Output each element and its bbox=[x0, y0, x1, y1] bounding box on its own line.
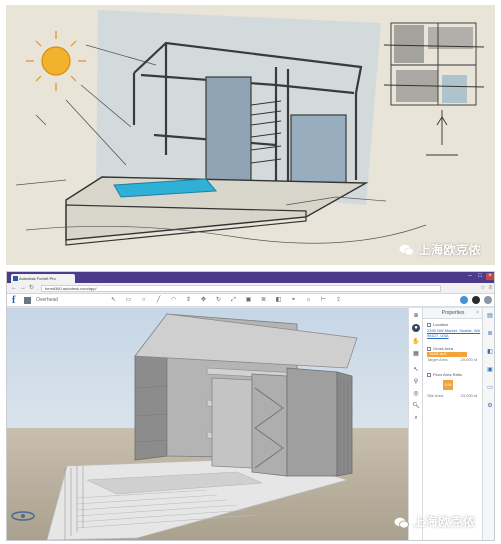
location-section: Location 2330 NW Market, Seattle, WA 981… bbox=[427, 322, 480, 338]
groups-icon[interactable]: ▣ bbox=[486, 366, 494, 374]
select-icon[interactable]: ↖ bbox=[412, 366, 420, 374]
github-icon[interactable] bbox=[472, 296, 480, 304]
architectural-sketch: 上海欧克侬 bbox=[6, 5, 495, 265]
panel-tabs: ▤ ≣ ◧ ▣ ▭ ⚙ bbox=[482, 308, 494, 540]
move-icon[interactable]: ✥ bbox=[199, 296, 208, 305]
page: 上海欧克侬 Autodesk FormIt Pro – □ × ← → ↻ fo… bbox=[0, 0, 501, 544]
url-input[interactable]: formit360.autodesk.com/app/ bbox=[41, 285, 441, 292]
location-icon bbox=[427, 323, 431, 327]
arc-icon[interactable]: ◠ bbox=[169, 296, 178, 305]
account-icons bbox=[460, 296, 492, 304]
far-label: Floor Area Ratio bbox=[433, 372, 462, 377]
properties-icon[interactable]: ▤ bbox=[486, 312, 494, 320]
zoom-icon[interactable]: 🔍︎ bbox=[412, 402, 420, 410]
site-area-row: Site Area 33,000 sf bbox=[427, 393, 477, 398]
back-button[interactable]: ← bbox=[11, 285, 17, 292]
gross-area-section: Gross Area 18432 sq ft Target Area 20,00… bbox=[427, 346, 477, 362]
rectangle-icon[interactable]: ▭ bbox=[124, 296, 133, 305]
wechat-icon bbox=[394, 516, 409, 528]
minimize-icon[interactable]: – bbox=[466, 273, 474, 280]
circle-icon[interactable]: ○ bbox=[139, 296, 148, 305]
address-bar-icons: ☆ ≡ bbox=[480, 285, 492, 292]
sun-sketch bbox=[26, 31, 86, 91]
favicon-icon bbox=[13, 276, 18, 281]
materials-icon[interactable]: ◧ bbox=[486, 348, 494, 356]
settings-icon[interactable]: ⚙ bbox=[486, 402, 494, 410]
look-icon[interactable]: ◎ bbox=[412, 390, 420, 398]
reload-button[interactable]: ↻ bbox=[29, 285, 34, 292]
menu-icon[interactable]: ≡ bbox=[488, 285, 492, 292]
target-area-label: Target Area bbox=[427, 357, 448, 362]
scenes-icon[interactable]: ▭ bbox=[486, 384, 494, 392]
site-area-value[interactable]: 33,000 sf bbox=[461, 393, 477, 398]
view-title: Overhead bbox=[36, 297, 58, 303]
building-render bbox=[7, 308, 408, 540]
walk-icon[interactable]: ⚲ bbox=[412, 378, 420, 386]
star-icon[interactable]: ☆ bbox=[480, 285, 485, 292]
browser-tab[interactable]: Autodesk FormIt Pro bbox=[11, 274, 75, 283]
measure-icon[interactable]: ⊢ bbox=[319, 296, 328, 305]
home-view-icon[interactable]: ● bbox=[412, 324, 420, 332]
site-area-label: Site Area bbox=[427, 393, 444, 398]
fit-icon[interactable]: ▦ bbox=[412, 350, 420, 358]
push-pull-icon[interactable]: ⇕ bbox=[184, 296, 193, 305]
watermark-top: 上海欧克侬 bbox=[399, 241, 481, 258]
address-bar: ← → ↻ formit360.autodesk.com/app/ ☆ ≡ bbox=[7, 283, 494, 294]
browser-tab-bar: Autodesk FormIt Pro – □ × bbox=[7, 272, 494, 283]
far-icon bbox=[427, 373, 431, 377]
tab-title: Autodesk FormIt Pro bbox=[19, 276, 56, 281]
wechat-icon bbox=[399, 244, 415, 256]
view-tools: ⊕ ● ✋ ▦ ↖ ⚲ ◎ 🔍︎ ⌕ bbox=[408, 308, 422, 540]
far-value: 0.66 bbox=[443, 380, 453, 390]
line-icon[interactable]: ╱ bbox=[154, 296, 163, 305]
layers-icon[interactable]: ≣ bbox=[486, 330, 494, 338]
location-icon[interactable]: ⌖ bbox=[289, 296, 298, 305]
app-toolbar: f Overhead ↖ ▭ ○ ╱ ◠ ⇕ ✥ ↻ ⤢ ▣ ≣ ◧ ⌖ ☼ ⊢… bbox=[7, 294, 494, 307]
layers-icon[interactable]: ≣ bbox=[259, 296, 268, 305]
app-menu-button[interactable] bbox=[24, 297, 31, 304]
plan-sketch bbox=[383, 22, 485, 156]
target-area-value[interactable]: 20,000 sf bbox=[461, 357, 477, 362]
sun-icon[interactable]: ☼ bbox=[304, 296, 313, 305]
location-link-line2[interactable]: 98107, USA bbox=[427, 333, 480, 338]
close-icon[interactable]: × bbox=[486, 273, 494, 280]
properties-title: Properties bbox=[423, 308, 483, 319]
target-area-row: Target Area 20,000 sf bbox=[427, 357, 477, 362]
pan-icon[interactable]: ✋ bbox=[412, 338, 420, 346]
far-section: Floor Area Ratio 0.66 Site Area 33,000 s… bbox=[427, 372, 477, 398]
window-controls: – □ × bbox=[466, 273, 494, 280]
user-avatar-icon[interactable] bbox=[484, 296, 492, 304]
properties-panel: Properties × Location 2330 NW Market, Se… bbox=[422, 308, 483, 540]
rotate-icon[interactable]: ↻ bbox=[214, 296, 223, 305]
area-icon bbox=[427, 347, 431, 351]
watermark-text: 上海欧克侬 bbox=[418, 243, 481, 257]
watermark-text: 上海欧克侬 bbox=[413, 515, 476, 529]
zoom-window-icon[interactable]: ⌕ bbox=[412, 414, 420, 422]
orbit-icon[interactable]: ⊕ bbox=[412, 312, 420, 320]
help-icon[interactable] bbox=[460, 296, 468, 304]
sketch-drawing bbox=[15, 10, 485, 246]
3d-viewport[interactable] bbox=[7, 308, 408, 540]
close-panel-icon[interactable]: × bbox=[476, 308, 479, 319]
share-icon[interactable]: ⇪ bbox=[334, 296, 343, 305]
select-icon[interactable]: ↖ bbox=[109, 296, 118, 305]
browser-window: Autodesk FormIt Pro – □ × ← → ↻ formit36… bbox=[6, 271, 495, 541]
formit-logo: f bbox=[12, 295, 16, 306]
maximize-icon[interactable]: □ bbox=[476, 273, 484, 280]
tool-row: ↖ ▭ ○ ╱ ◠ ⇕ ✥ ↻ ⤢ ▣ ≣ ◧ ⌖ ☼ ⊢ ⇪ bbox=[109, 296, 343, 305]
watermark-bottom: 上海欧克侬 bbox=[394, 513, 476, 530]
scale-icon[interactable]: ⤢ bbox=[229, 296, 238, 305]
forward-button[interactable]: → bbox=[20, 285, 26, 292]
group-icon[interactable]: ▣ bbox=[244, 296, 253, 305]
materials-icon[interactable]: ◧ bbox=[274, 296, 283, 305]
